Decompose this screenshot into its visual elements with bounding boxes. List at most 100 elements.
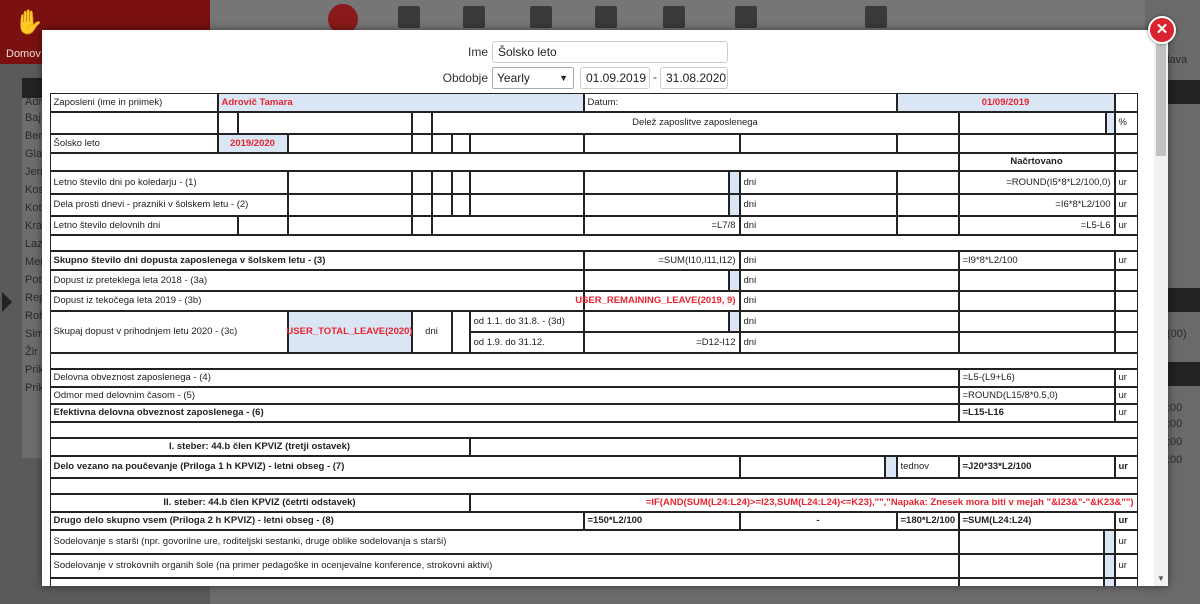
list-item[interactable]: Žir bbox=[25, 346, 38, 358]
sheet-cell[interactable] bbox=[411, 111, 432, 134]
sheet-cell[interactable] bbox=[237, 111, 412, 134]
sheet-cell[interactable] bbox=[1103, 553, 1115, 578]
total-leave-days-formula[interactable]: =SUM(I10,I11,I12) bbox=[583, 250, 740, 270]
sheet-cell[interactable] bbox=[411, 193, 432, 216]
document-icon[interactable] bbox=[463, 6, 485, 28]
sheet-cell[interactable] bbox=[896, 193, 959, 216]
sheet-cell[interactable] bbox=[431, 170, 452, 194]
list-item[interactable]: Jen bbox=[25, 166, 43, 178]
sheet-cell[interactable] bbox=[958, 290, 1115, 311]
sheet-cell[interactable] bbox=[411, 215, 432, 235]
sheet-cell[interactable] bbox=[431, 193, 452, 216]
sheet-cell[interactable] bbox=[431, 133, 452, 153]
leave-next-year-formula[interactable]: USER_TOTAL_LEAVE(2020) bbox=[286, 310, 413, 353]
sheet-cell[interactable] bbox=[728, 269, 740, 291]
clipboard-icon[interactable] bbox=[865, 6, 887, 28]
sheet-cell[interactable] bbox=[411, 133, 432, 153]
document-pdf-icon[interactable] bbox=[735, 6, 757, 28]
work-obligation-formula[interactable]: =L5-(L9+L6) bbox=[958, 368, 1115, 387]
break-time-formula[interactable]: =ROUND(L15/8*0.5,0) bbox=[958, 386, 1115, 404]
sheet-cell[interactable] bbox=[1114, 133, 1138, 153]
sheet-cell[interactable] bbox=[287, 170, 412, 194]
calendar-days-formula[interactable]: =ROUND(I5*8*L2/100,0) bbox=[958, 170, 1115, 194]
sheet-cell[interactable] bbox=[451, 193, 470, 216]
list-item[interactable]: Baj bbox=[25, 112, 41, 124]
sheet-cell[interactable] bbox=[958, 269, 1115, 291]
sheet-cell[interactable] bbox=[896, 133, 959, 153]
sheet-cell[interactable] bbox=[1105, 111, 1115, 134]
sheet-cell[interactable] bbox=[958, 577, 1104, 586]
teaching-work-input[interactable] bbox=[739, 455, 885, 478]
parents-cooperation-input[interactable] bbox=[958, 529, 1104, 554]
sheet-cell[interactable] bbox=[896, 215, 959, 235]
employee-name[interactable]: Adrovič Tamara bbox=[217, 93, 584, 112]
period-select[interactable]: Yearly ▼ bbox=[492, 67, 574, 89]
leave-sep-dec-formula[interactable]: =D12-I12 bbox=[583, 331, 740, 353]
date-to-input[interactable]: 31.08.2020 bbox=[660, 67, 728, 89]
sheet-cell[interactable] bbox=[50, 111, 218, 134]
document-edit-icon[interactable] bbox=[530, 6, 552, 28]
calendar-icon[interactable] bbox=[398, 6, 420, 28]
sheet-cell[interactable] bbox=[1114, 93, 1138, 112]
common-work-max-formula[interactable]: =180*L2/100 bbox=[896, 511, 959, 530]
list-item[interactable]: Ber bbox=[25, 130, 42, 142]
date-from-input[interactable]: 01.09.2019 bbox=[580, 67, 650, 89]
sheet-cell[interactable] bbox=[1114, 577, 1138, 586]
sheet-cell[interactable] bbox=[1114, 290, 1138, 311]
holidays-input[interactable] bbox=[583, 193, 729, 216]
employment-share-input[interactable] bbox=[958, 111, 1106, 134]
sidebar-collapse-arrow-icon[interactable] bbox=[2, 292, 12, 312]
date-value[interactable]: 01/09/2019 bbox=[896, 93, 1115, 112]
leave-previous-year-input[interactable] bbox=[583, 269, 729, 291]
modal-scrollbar[interactable]: ▲ ▼ bbox=[1154, 30, 1168, 586]
common-work-min-formula[interactable]: =150*L2/100 bbox=[583, 511, 740, 530]
work-days-formula-days[interactable]: =L7/8 bbox=[583, 215, 740, 235]
sheet-cell[interactable] bbox=[896, 170, 959, 194]
common-work-sum-formula[interactable]: =SUM(L24:L24) bbox=[958, 511, 1115, 530]
expert-bodies-input[interactable] bbox=[958, 553, 1104, 578]
sheet-cell[interactable] bbox=[958, 310, 1115, 332]
scrollbar-thumb[interactable] bbox=[1156, 44, 1166, 156]
holidays-formula[interactable]: =I6*8*L2/100 bbox=[958, 193, 1115, 216]
sheet-cell[interactable] bbox=[884, 455, 897, 478]
sheet-cell[interactable] bbox=[451, 170, 470, 194]
leave-jan-aug-input[interactable] bbox=[583, 310, 729, 332]
sheet-cell[interactable] bbox=[217, 111, 238, 134]
document-list-icon[interactable] bbox=[595, 6, 617, 28]
sheet-cell[interactable] bbox=[469, 193, 584, 216]
sheet-cell[interactable] bbox=[1103, 577, 1115, 586]
sheet-cell[interactable] bbox=[469, 133, 584, 153]
list-item[interactable]: Kot bbox=[25, 202, 42, 214]
sheet-cell[interactable] bbox=[1103, 529, 1115, 554]
scroll-down-icon[interactable]: ▼ bbox=[1154, 572, 1168, 586]
work-days-formula-hours[interactable]: =L5-L6 bbox=[958, 215, 1115, 235]
pillar-2-validation-formula[interactable]: =IF(AND(SUM(L24:L24)>=I23,SUM(L24:L24)<=… bbox=[469, 493, 1138, 512]
calendar-days-input[interactable] bbox=[583, 170, 729, 194]
sheet-cell[interactable] bbox=[958, 331, 1115, 353]
sheet-cell[interactable] bbox=[287, 193, 412, 216]
list-item[interactable]: Adr bbox=[25, 96, 42, 108]
sheet-cell[interactable] bbox=[728, 310, 740, 332]
sheet-cell[interactable] bbox=[739, 133, 897, 153]
sheet-cell[interactable] bbox=[451, 133, 470, 153]
sheet-cell[interactable] bbox=[728, 170, 740, 194]
sheet-cell[interactable] bbox=[1114, 310, 1138, 332]
sheet-cell[interactable] bbox=[728, 193, 740, 216]
list-item[interactable]: Gla bbox=[25, 148, 42, 160]
leave-current-year-formula[interactable]: USER_REMAINING_LEAVE(2019, 9) bbox=[575, 290, 740, 311]
sheet-cell[interactable] bbox=[411, 170, 432, 194]
sheet-cell[interactable] bbox=[287, 133, 412, 153]
school-year-value[interactable]: 2019/2020 bbox=[217, 133, 288, 153]
sheet-cell[interactable] bbox=[431, 215, 584, 235]
list-item[interactable]: Laz bbox=[25, 238, 43, 250]
list-item[interactable]: Kra bbox=[25, 220, 42, 232]
name-input[interactable]: Šolsko leto bbox=[492, 41, 728, 63]
teaching-work-formula[interactable]: =J20*33*L2/100 bbox=[958, 455, 1115, 478]
sheet-cell[interactable] bbox=[287, 215, 412, 235]
total-leave-hours-formula[interactable]: =I9*8*L2/100 bbox=[958, 250, 1115, 270]
sheet-cell[interactable] bbox=[958, 133, 1115, 153]
list-item[interactable]: Pot bbox=[25, 274, 42, 286]
close-button[interactable]: ✕ bbox=[1148, 16, 1176, 44]
effective-obligation-formula[interactable]: =L15-L16 bbox=[958, 403, 1115, 422]
sheet-cell[interactable] bbox=[1114, 331, 1138, 353]
